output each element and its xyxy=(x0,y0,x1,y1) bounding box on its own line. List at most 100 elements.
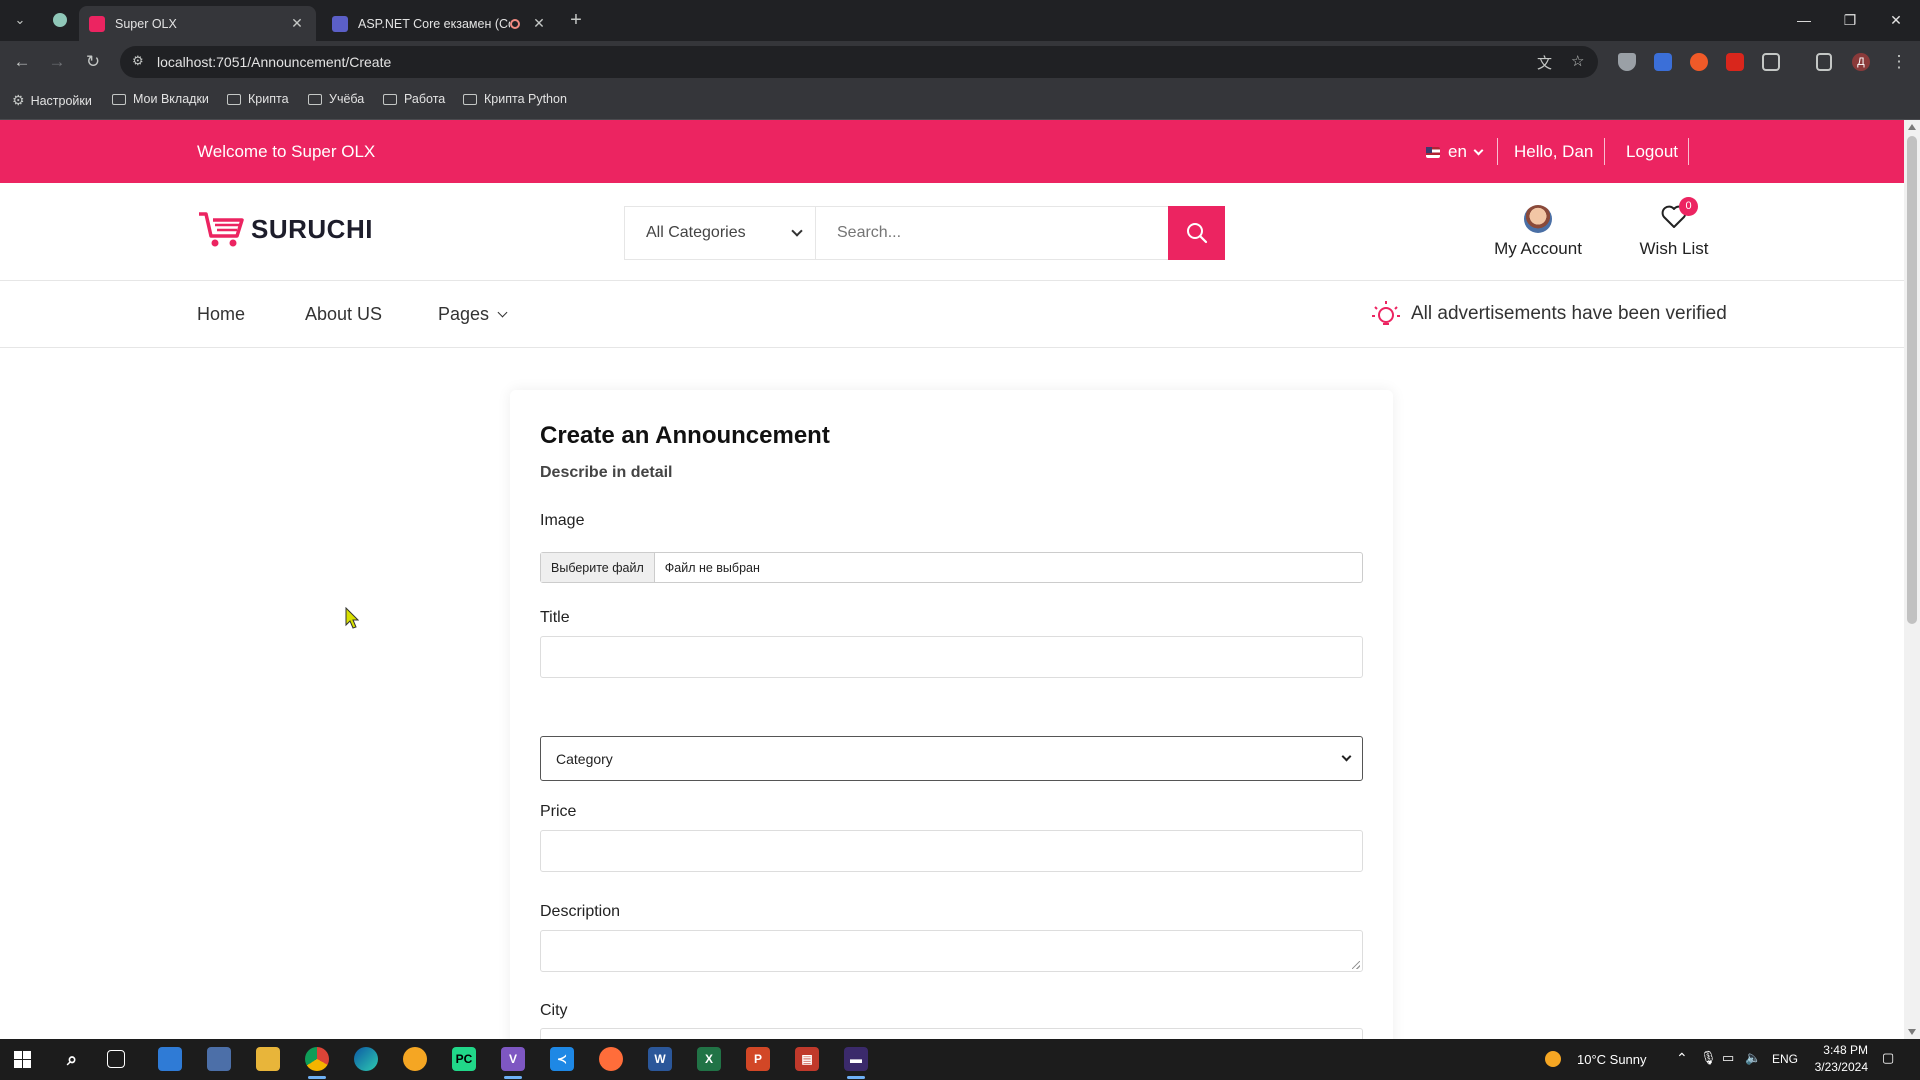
notifications-icon[interactable]: ▢ xyxy=(1882,1050,1894,1066)
bookmark-settings[interactable]: ⚙ Настройки xyxy=(12,92,92,109)
category-dropdown[interactable]: All Categories xyxy=(625,207,816,259)
clock-date[interactable]: 3/23/2024 xyxy=(1806,1060,1868,1074)
tray-chevron-up-icon[interactable]: ⌃ xyxy=(1676,1050,1688,1067)
network-icon[interactable]: ▭ xyxy=(1722,1050,1734,1066)
scroll-down-icon[interactable] xyxy=(1908,1029,1916,1035)
powerpoint-icon[interactable]: P xyxy=(746,1047,770,1071)
page-scrollbar[interactable] xyxy=(1904,120,1920,1039)
search-icon[interactable]: ⌕ xyxy=(60,1047,84,1071)
tab-aspnet-exam[interactable]: ASP.NET Core екзамен (Co ✕ xyxy=(322,6,558,41)
chevron-down-icon xyxy=(497,307,508,318)
logo-text: SURUCHI xyxy=(251,213,373,244)
price-label: Price xyxy=(540,803,577,820)
microphone-icon[interactable]: 🎙 xyxy=(1700,1050,1717,1066)
new-tab-button[interactable]: + xyxy=(564,8,588,32)
word-icon[interactable]: W xyxy=(648,1047,672,1071)
calculator-icon[interactable] xyxy=(207,1047,231,1071)
swift-extension-icon[interactable] xyxy=(1690,53,1708,71)
tor-browser-icon[interactable] xyxy=(403,1047,427,1071)
site-info-icon[interactable]: ⚙ xyxy=(132,53,144,69)
restore-window-button[interactable]: ❐ xyxy=(1827,0,1873,40)
bookmark-folder-tabs[interactable]: Мои Вкладки xyxy=(112,92,209,106)
clock-time[interactable]: 3:48 PM xyxy=(1812,1043,1868,1057)
weather-sun-icon xyxy=(1545,1051,1561,1067)
nav-about[interactable]: About US xyxy=(305,304,382,325)
windows-taskbar: ⌕ PC V ≺ W X P ▤ ▬ 10°C Sunny ⌃ 🎙 ▭ 🔈 EN… xyxy=(0,1039,1920,1080)
search-input[interactable] xyxy=(816,207,1168,259)
bookmark-folder-crypto-python[interactable]: Крипта Python xyxy=(463,92,567,106)
translator-extension-icon[interactable] xyxy=(1654,53,1672,71)
postman-icon[interactable] xyxy=(599,1047,623,1071)
city-label: City xyxy=(540,1002,568,1019)
close-tab-icon[interactable]: ✕ xyxy=(530,15,548,32)
browser-menu-icon[interactable]: ⋮ xyxy=(1886,49,1912,75)
nav-home[interactable]: Home xyxy=(197,304,245,325)
profile-avatar[interactable]: Д xyxy=(1852,53,1870,71)
chevron-down-icon xyxy=(1341,751,1352,762)
title-input[interactable] xyxy=(540,636,1363,678)
nav-pages[interactable]: Pages xyxy=(438,304,508,325)
chrome-icon[interactable] xyxy=(305,1047,329,1071)
scroll-up-icon[interactable] xyxy=(1908,124,1916,130)
pdf-reader-icon[interactable]: ▤ xyxy=(795,1047,819,1071)
search-button[interactable] xyxy=(1168,206,1225,260)
choose-file-button[interactable]: Выберите файл xyxy=(541,553,655,582)
user-greeting[interactable]: Hello, Dan xyxy=(1514,142,1593,162)
active-app-indicator xyxy=(504,1076,522,1079)
tab-super-olx[interactable]: Super OLX ✕ xyxy=(79,6,316,41)
extensions-puzzle-icon[interactable] xyxy=(1762,53,1780,71)
file-explorer-icon[interactable] xyxy=(256,1047,280,1071)
scroll-thumb[interactable] xyxy=(1907,136,1917,624)
volume-icon[interactable]: 🔈 xyxy=(1745,1050,1761,1066)
close-window-button[interactable]: ✕ xyxy=(1873,0,1919,40)
description-textarea[interactable] xyxy=(540,930,1363,972)
resize-handle-icon[interactable] xyxy=(1352,961,1360,969)
tab-search-button[interactable]: ⌄ xyxy=(8,8,32,32)
excel-icon[interactable]: X xyxy=(697,1047,721,1071)
visual-studio-icon[interactable]: V xyxy=(501,1047,525,1071)
terminal-icon[interactable]: ▬ xyxy=(844,1047,868,1071)
minimize-window-button[interactable]: — xyxy=(1781,0,1827,40)
language-selector[interactable]: en xyxy=(1426,142,1484,162)
my-account-link[interactable]: My Account xyxy=(1494,205,1582,259)
bookmark-star-icon[interactable]: ☆ xyxy=(1571,52,1584,70)
chatgpt-icon xyxy=(53,13,67,27)
forward-icon[interactable]: → xyxy=(44,49,70,75)
recording-icon xyxy=(510,18,520,29)
file-status-text: Файл не выбран xyxy=(664,560,760,575)
page-title: Create an Announcement xyxy=(540,422,830,449)
store-icon[interactable] xyxy=(158,1047,182,1071)
image-file-input[interactable]: Выберите файл Файл не выбран xyxy=(540,552,1363,583)
folder-icon xyxy=(383,93,397,105)
url-text: localhost:7051/Announcement/Create xyxy=(157,54,392,70)
folder-icon xyxy=(463,93,477,105)
vscode-icon[interactable]: ≺ xyxy=(550,1047,574,1071)
back-icon[interactable]: ← xyxy=(9,49,35,75)
translate-icon[interactable]: 文 xyxy=(1537,52,1552,73)
pycharm-icon[interactable]: PC xyxy=(452,1047,476,1071)
chevron-down-icon xyxy=(1473,145,1484,155)
city-input[interactable] xyxy=(540,1028,1363,1039)
acrobat-extension-icon[interactable] xyxy=(1726,53,1744,71)
bookmark-folder-work[interactable]: Работа xyxy=(383,92,445,106)
bookmark-folder-study[interactable]: Учёба xyxy=(308,92,364,106)
price-input[interactable] xyxy=(540,830,1363,872)
tab-title: Super OLX xyxy=(115,16,177,31)
pinned-tab-chatgpt[interactable] xyxy=(48,8,72,32)
windows-start-icon[interactable] xyxy=(14,1051,31,1068)
reload-icon[interactable]: ↻ xyxy=(80,49,106,75)
side-panel-icon[interactable] xyxy=(1816,53,1832,71)
wish-list-link[interactable]: 0 Wish List xyxy=(1638,197,1710,259)
edge-icon[interactable] xyxy=(354,1047,378,1071)
shield-extension-icon[interactable] xyxy=(1618,53,1636,71)
task-view-icon[interactable] xyxy=(107,1050,125,1068)
category-select[interactable]: Category xyxy=(540,736,1363,781)
active-app-indicator xyxy=(308,1076,326,1079)
logout-link[interactable]: Logout xyxy=(1626,142,1678,162)
site-logo[interactable]: SURUCHI xyxy=(197,210,373,248)
close-tab-icon[interactable]: ✕ xyxy=(288,15,306,32)
address-bar[interactable]: ⚙ localhost:7051/Announcement/Create 文 ☆ xyxy=(120,46,1598,78)
bookmark-folder-crypto[interactable]: Крипта xyxy=(227,92,289,106)
weather-text[interactable]: 10°C Sunny xyxy=(1577,1052,1647,1067)
input-language[interactable]: ENG xyxy=(1772,1052,1798,1066)
